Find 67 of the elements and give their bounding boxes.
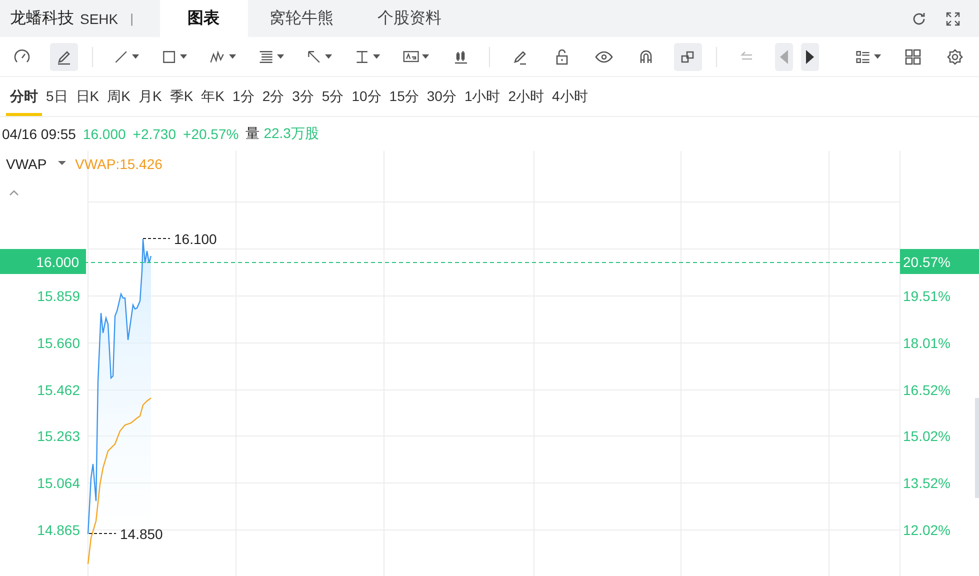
price-axis-label: 15.660	[37, 335, 80, 351]
period-tab[interactable]: 15分	[385, 77, 423, 116]
percent-axis-label: 12.02%	[903, 522, 950, 538]
quote-time: 04/16 09:55	[2, 126, 76, 142]
caret-icon	[874, 54, 881, 60]
period-tab[interactable]: 1分	[228, 77, 258, 116]
period-tab[interactable]: 10分	[348, 77, 386, 116]
settings-icon	[946, 48, 964, 66]
period-tab[interactable]: 分时	[6, 77, 42, 116]
quote-change: +2.730	[132, 126, 176, 142]
period-tab[interactable]: 5日	[42, 77, 72, 116]
separator: |	[130, 11, 134, 26]
indicator-selector[interactable]: VWAP	[6, 156, 47, 172]
period-tab[interactable]: 年K	[197, 77, 229, 116]
period-tab[interactable]: 1小时	[460, 77, 504, 116]
fullscreen-icon[interactable]	[945, 10, 961, 26]
caret-icon	[422, 54, 429, 60]
price-axis-label: 15.064	[37, 475, 80, 491]
scrollbar[interactable]	[975, 398, 979, 498]
price-axis-label: 15.859	[37, 288, 80, 304]
period-tab[interactable]: 2小时	[504, 77, 548, 116]
price-axis-label: 15.462	[37, 382, 80, 398]
caret-icon	[132, 54, 140, 60]
caret-icon[interactable]	[58, 161, 66, 165]
link-tool-button[interactable]	[674, 42, 702, 70]
current-percent: 20.57%	[903, 254, 950, 270]
quote-change-percent: +20.57%	[183, 126, 239, 142]
refresh-icon[interactable]	[911, 10, 927, 26]
current-price: 16.000	[36, 254, 79, 270]
right-triangle-tool-button[interactable]	[800, 42, 819, 70]
period-tab[interactable]: 5分	[318, 77, 348, 116]
stock-name: 龙蟠科技	[10, 8, 74, 29]
period-tab[interactable]: 月K	[134, 77, 166, 116]
caret-icon	[228, 54, 236, 60]
caret-icon	[373, 54, 381, 60]
caret-icon	[325, 54, 332, 60]
percent-axis-label: 19.51%	[903, 288, 950, 304]
pen-tool-button[interactable]	[50, 42, 78, 70]
exchange-label: SEHK	[80, 10, 118, 26]
price-axis-label: 15.263	[37, 428, 80, 444]
volume-label: 量	[246, 125, 260, 143]
period-tab[interactable]: 季K	[166, 77, 198, 116]
vwap-value: VWAP:15.426	[75, 156, 162, 172]
quote-volume: 22.3万股	[264, 125, 319, 143]
percent-axis-label: 16.52%	[903, 382, 950, 398]
period-tab[interactable]: 日K	[72, 77, 104, 116]
tab[interactable]: 个股资料	[356, 0, 464, 37]
collapse-icon[interactable]	[10, 190, 18, 196]
grid-icon	[904, 48, 922, 66]
tab[interactable]: 图表	[160, 0, 248, 37]
period-tab[interactable]: 周K	[103, 77, 134, 116]
quote-price: 16.000	[82, 126, 126, 142]
leader-line	[88, 533, 116, 534]
caret-icon	[180, 54, 188, 60]
period-tab[interactable]: 2分	[258, 77, 288, 116]
period-tab[interactable]: 4小时	[548, 77, 592, 116]
leader-line	[142, 238, 170, 239]
high-price-label: 16.100	[174, 231, 217, 247]
price-axis-label: 14.865	[37, 522, 80, 538]
percent-axis-label: 15.02%	[903, 428, 950, 444]
percent-axis-label: 18.01%	[903, 335, 950, 351]
caret-icon	[276, 54, 284, 60]
period-tab[interactable]: 3分	[288, 77, 318, 116]
tab[interactable]: 窝轮牛熊	[248, 0, 356, 37]
low-price-label: 14.850	[120, 526, 163, 542]
percent-axis-label: 13.52%	[903, 475, 950, 491]
period-tab[interactable]: 30分	[422, 77, 460, 116]
